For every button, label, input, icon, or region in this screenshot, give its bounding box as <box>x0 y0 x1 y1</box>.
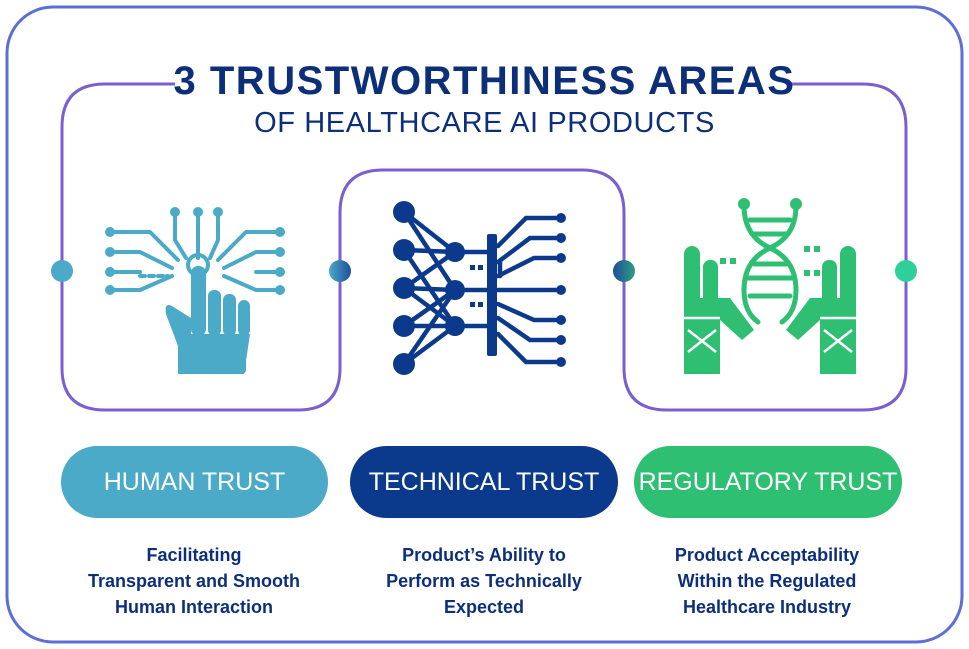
connector-dot-mid-right <box>613 260 635 282</box>
description-line: Product’s Ability to <box>402 545 566 565</box>
human-trust-description: Facilitating Transparent and Smooth Huma… <box>44 542 344 620</box>
connector-dot-left <box>51 260 73 282</box>
description-line: Within the Regulated <box>677 571 857 591</box>
description-line: Transparent and Smooth <box>87 571 301 591</box>
connector-dot-right <box>895 260 917 282</box>
technical-trust-label: TECHNICAL TRUST <box>350 446 618 518</box>
regulatory-trust-label: REGULATORY TRUST <box>634 446 902 518</box>
description-line: Product Acceptability <box>674 545 860 565</box>
neural-network-icon <box>393 201 566 375</box>
description-line: Human Interaction <box>114 597 274 617</box>
regulatory-trust-description: Product Acceptability Within the Regulat… <box>617 542 917 620</box>
description-line: Healthcare Industry <box>682 597 852 617</box>
technical-trust-description: Product’s Ability to Perform as Technica… <box>334 542 634 620</box>
dna-hands-icon <box>684 198 856 374</box>
connector-dot-mid-left <box>329 260 351 282</box>
diagram-subtitle: OF HEALTHCARE AI PRODUCTS <box>254 107 715 139</box>
diagram-title: 3 TRUSTWORTHINESS AREAS <box>173 59 796 103</box>
description-line: Facilitating <box>146 545 242 565</box>
description-line: Perform as Technically <box>386 571 582 591</box>
description-line: Expected <box>443 597 525 617</box>
human-trust-label: HUMAN TRUST <box>61 446 328 518</box>
